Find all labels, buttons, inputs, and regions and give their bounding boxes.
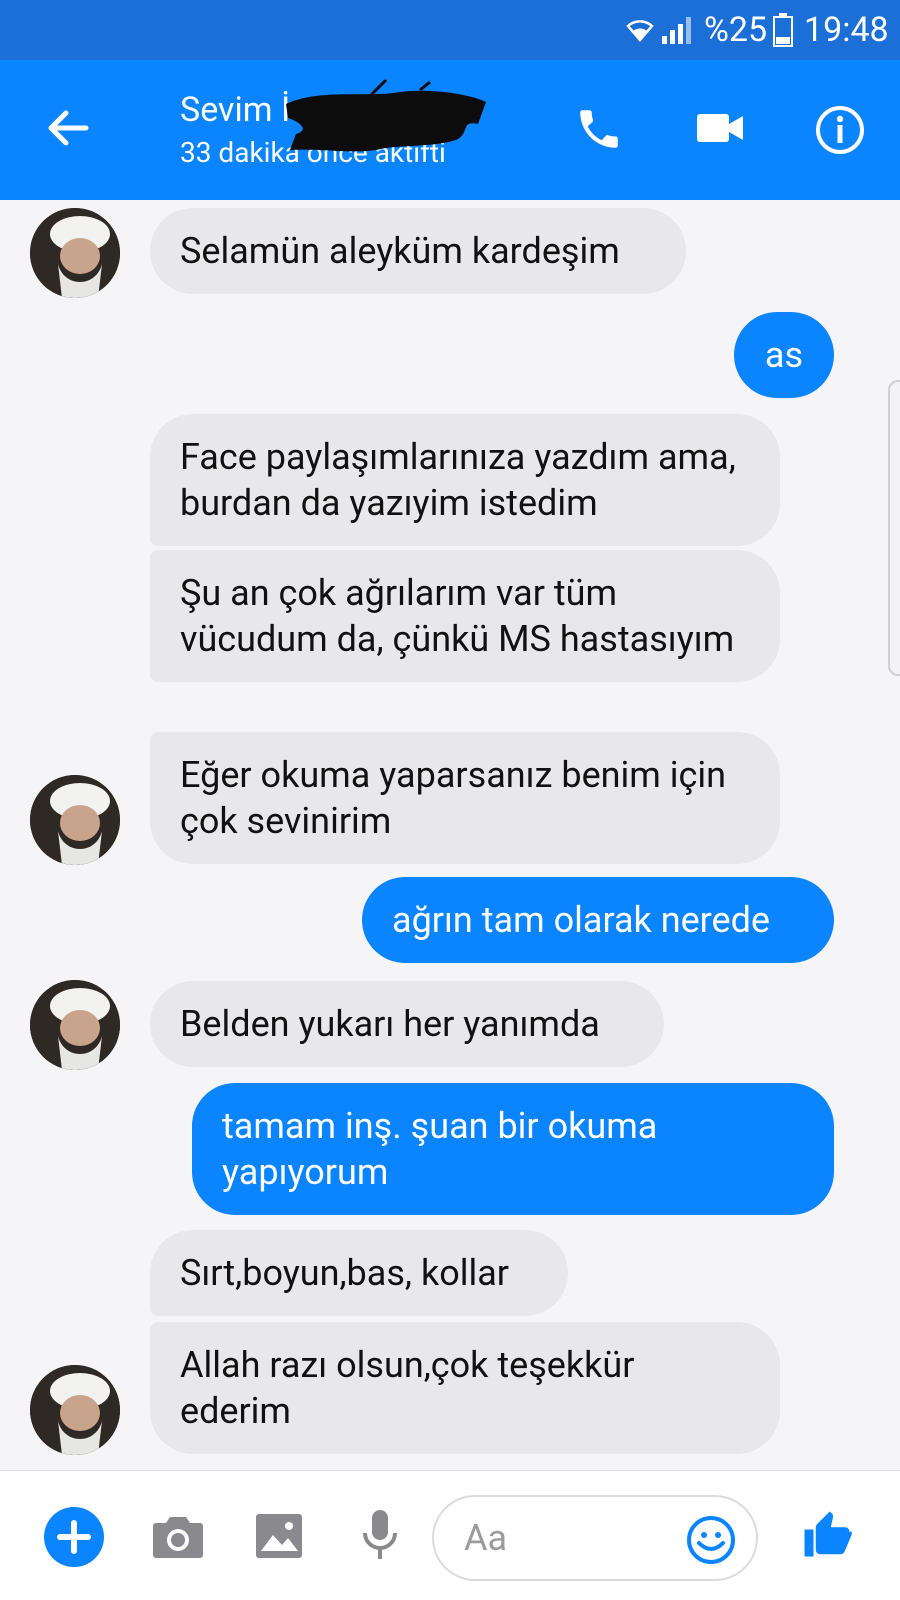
video-camera-icon[interactable] <box>695 108 745 148</box>
message-list[interactable]: Selamün aleyküm kardeşim as Face paylaşı… <box>0 200 900 1470</box>
plus-icon[interactable] <box>44 1507 104 1567</box>
message-input[interactable]: Aa <box>432 1495 758 1581</box>
phone-icon[interactable] <box>574 104 624 154</box>
message-bubble-incoming[interactable]: Allah razı olsun,çok teşekkür ederim <box>150 1322 780 1454</box>
battery-percent: %25 <box>704 10 768 50</box>
smiley-icon[interactable] <box>686 1515 736 1565</box>
image-icon[interactable] <box>255 1513 303 1559</box>
info-icon[interactable] <box>814 104 866 156</box>
microphone-icon[interactable] <box>362 1509 398 1563</box>
avatar[interactable] <box>30 775 120 865</box>
message-bubble-incoming[interactable]: Sırt,boyun,bas, kollar <box>150 1230 568 1316</box>
status-bar: %25 19:48 <box>0 0 900 60</box>
message-input-placeholder: Aa <box>464 1517 508 1559</box>
signal-icon <box>662 17 691 44</box>
message-bubble-incoming[interactable]: Face paylaşımlarınıza yazdım ama, burdan… <box>150 414 780 546</box>
arrow-left-icon[interactable] <box>46 108 90 148</box>
message-bubble-outgoing[interactable]: tamam inş. şuan bir okuma yapıyorum <box>192 1083 834 1215</box>
camera-icon[interactable] <box>152 1513 204 1559</box>
conversation-header: Sevim İ 33 dakika önce aktifti <box>0 60 900 200</box>
thumbs-up-icon[interactable] <box>800 1507 854 1561</box>
clock: 19:48 <box>804 10 889 50</box>
message-bubble-incoming[interactable]: Şu an çok ağrılarım var tüm vücudum da, … <box>150 550 780 682</box>
battery-icon <box>773 13 793 47</box>
composer-bar: Aa <box>0 1470 900 1600</box>
wifi-icon <box>626 20 654 42</box>
avatar[interactable] <box>30 980 120 1070</box>
contact-name[interactable]: Sevim İ <box>180 90 290 130</box>
message-bubble-outgoing[interactable]: ağrın tam olarak nerede <box>362 877 834 963</box>
profile-photo <box>30 1365 120 1455</box>
message-bubble-outgoing[interactable]: as <box>734 312 834 398</box>
profile-photo <box>30 775 120 865</box>
redaction-scribble <box>286 78 486 152</box>
avatar[interactable] <box>30 208 120 298</box>
message-bubble-incoming[interactable]: Belden yukarı her yanımda <box>150 981 664 1067</box>
scroll-handle[interactable] <box>888 380 900 676</box>
profile-photo <box>30 208 120 298</box>
message-bubble-incoming[interactable]: Eğer okuma yaparsanız benim için çok sev… <box>150 732 780 864</box>
message-bubble-incoming[interactable]: Selamün aleyküm kardeşim <box>150 208 686 294</box>
profile-photo <box>30 980 120 1070</box>
avatar[interactable] <box>30 1365 120 1455</box>
